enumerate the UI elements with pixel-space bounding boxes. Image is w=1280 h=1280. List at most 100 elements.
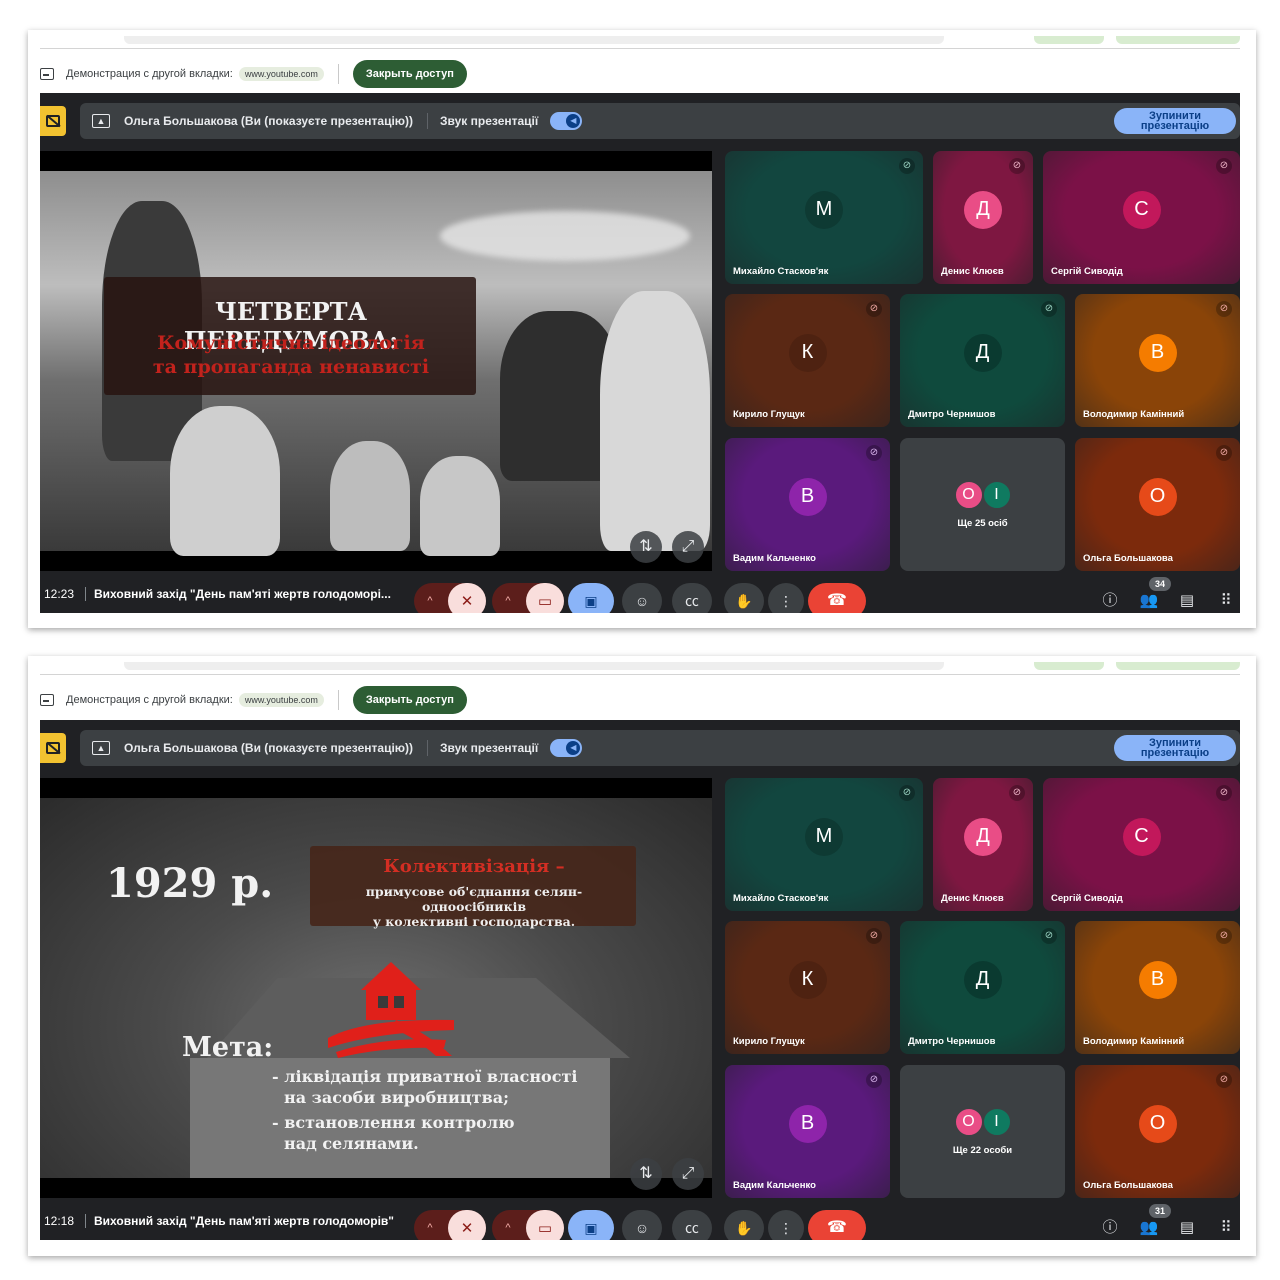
participant-name: Дмитро Чернишов	[908, 1036, 996, 1047]
mic-off-icon: ⊘	[1216, 785, 1232, 801]
raise-hand-icon[interactable]: ✋	[724, 583, 764, 613]
fullscreen-icon[interactable]: ⤢	[672, 531, 704, 563]
present-screen-icon[interactable]: ▣	[568, 1210, 614, 1240]
goal-item2-line2: над селянами.	[284, 1134, 419, 1153]
stop-presenting-button[interactable]: Зупинити презентацію	[1114, 735, 1236, 761]
emoji-icon[interactable]: ☺	[622, 583, 662, 613]
present-off-icon	[46, 115, 60, 127]
apps-grid-icon[interactable]: ⠿	[1215, 1220, 1237, 1235]
meeting-clock: 12:18	[44, 1214, 75, 1228]
participant-tile[interactable]: Д Денис Клюєв ⊘	[933, 778, 1033, 911]
stop-sharing-button[interactable]: Закрыть доступ	[352, 686, 467, 714]
more-vert-icon[interactable]: ⋮	[768, 583, 804, 613]
participant-tile[interactable]: В Володимир Камінний ⊘	[1075, 921, 1240, 1054]
others-label: Ще 22 особи	[952, 1145, 1013, 1156]
stop-sharing-button[interactable]: Закрыть доступ	[352, 60, 467, 88]
stop-presenting-button[interactable]: Зупинити презентацію	[1114, 108, 1236, 134]
tabstrip-shadow	[124, 662, 944, 670]
emoji-icon[interactable]: ☺	[622, 1210, 662, 1240]
participant-tile[interactable]: М Михайло Стасков'як ⊘	[725, 778, 923, 911]
slide-subtitle: Комуністична ідеологія та пропаганда нен…	[116, 331, 466, 379]
presentation-audio-toggle[interactable]: ◀	[550, 112, 583, 130]
avatar: В	[788, 477, 827, 516]
hang-up-icon[interactable]: ☎	[808, 583, 866, 613]
captions-icon[interactable]: ㏄	[672, 583, 712, 613]
avatar: І	[981, 1107, 1012, 1137]
participant-name: Володимир Камінний	[1083, 1036, 1185, 1047]
share-url-chip[interactable]: www.youtube.com	[238, 67, 324, 81]
mic-options-icon[interactable]: ^	[414, 583, 446, 613]
present-screen-icon: ▲	[92, 114, 110, 128]
captions-icon[interactable]: ㏄	[672, 1210, 712, 1240]
presentation-slide: 1929 р. Колективізація – примусове об'єд…	[40, 778, 712, 1198]
people-icon[interactable]: 👥	[1138, 1220, 1160, 1235]
info-icon[interactable]: ⓘ	[1099, 593, 1121, 608]
info-icon[interactable]: ⓘ	[1099, 1220, 1121, 1235]
camera-off-icon[interactable]: ▭	[526, 1210, 564, 1240]
tabstrip-pill	[1034, 36, 1104, 44]
participant-tile[interactable]: С Сергій Сиводід ⊘	[1043, 778, 1240, 911]
participant-tile[interactable]: О Ольга Большакова ⊘	[1075, 1065, 1240, 1198]
apps-grid-icon[interactable]: ⠿	[1215, 593, 1237, 608]
others-tile[interactable]: О І Ще 22 особи	[900, 1065, 1065, 1198]
swap-layout-icon[interactable]: ⇅	[630, 531, 662, 563]
mic-off-icon: ⊘	[1216, 1072, 1232, 1088]
participant-tile[interactable]: С Сергій Сиводід ⊘	[1043, 151, 1240, 284]
goal-item2-line1: - встановлення контролю	[272, 1113, 515, 1132]
participant-tile[interactable]: К Кирило Глущук ⊘	[725, 294, 890, 427]
raise-hand-icon[interactable]: ✋	[724, 1210, 764, 1240]
avatar: В	[788, 1104, 827, 1143]
people-icon[interactable]: 👥	[1138, 593, 1160, 608]
hang-up-icon[interactable]: ☎	[808, 1210, 866, 1240]
participant-grid: М Михайло Стасков'як ⊘ Д Денис Клюєв ⊘ С Сергій…	[725, 151, 1240, 571]
avatar: В	[1138, 960, 1177, 999]
mic-off-icon[interactable]: ✕	[448, 1210, 486, 1240]
mic-off-icon: ⊘	[1009, 158, 1025, 174]
definition-line1: примусове об'єднання селян-одноосібників	[365, 884, 583, 914]
participant-tile[interactable]: Д Денис Клюєв ⊘	[933, 151, 1033, 284]
participant-tile[interactable]: Д Дмитро Чернишов ⊘	[900, 294, 1065, 427]
camera-options-icon[interactable]: ^	[492, 1210, 524, 1240]
participant-tile[interactable]: В Вадим Кальченко ⊘	[725, 1065, 890, 1198]
more-vert-icon[interactable]: ⋮	[768, 1210, 804, 1240]
mic-control: ^ ✕	[414, 583, 486, 613]
presenting-badge[interactable]	[40, 733, 66, 763]
presentation-bar: ▲ Ольга Большакова (Ви (показуєте презен…	[40, 103, 1240, 139]
camera-off-icon[interactable]: ▭	[526, 583, 564, 613]
goal-item: - встановлення контролю над селянами.	[272, 1112, 602, 1154]
swap-layout-icon[interactable]: ⇅	[630, 1158, 662, 1190]
participant-tile[interactable]: В Володимир Камінний ⊘	[1075, 294, 1240, 427]
present-screen-icon[interactable]: ▣	[568, 583, 614, 613]
presenting-badge[interactable]	[40, 106, 66, 136]
others-tile[interactable]: О І Ще 25 осіб	[900, 438, 1065, 571]
meeting-title: Виховний захід "День пам'яті жертв голод…	[94, 1214, 394, 1228]
participant-tile[interactable]: О Ольга Большакова ⊘	[1075, 438, 1240, 571]
chat-icon[interactable]: ▤	[1176, 1220, 1198, 1235]
fullscreen-icon[interactable]: ⤢	[672, 1158, 704, 1190]
share-url-chip[interactable]: www.youtube.com	[238, 693, 324, 707]
slide-year: 1929 р.	[106, 860, 274, 907]
presentation-panel: ▲ Ольга Большакова (Ви (показуєте презен…	[80, 103, 1240, 139]
top-divider	[40, 48, 1240, 49]
chat-icon[interactable]: ▤	[1176, 593, 1198, 608]
share-label: Демонстрация с другой вкладки:	[66, 694, 233, 706]
divider	[427, 740, 429, 756]
avatar: В	[1138, 333, 1177, 372]
participant-name: Сергій Сиводід	[1051, 266, 1123, 277]
participant-name: Михайло Стасков'як	[733, 893, 829, 904]
participant-grid: М Михайло Стасков'як ⊘ Д Денис Клюєв ⊘ С Сергій…	[725, 778, 1240, 1198]
camera-options-icon[interactable]: ^	[492, 583, 524, 613]
presentation-audio-toggle[interactable]: ◀	[550, 739, 583, 757]
participant-tile[interactable]: К Кирило Глущук ⊘	[725, 921, 890, 1054]
mic-off-icon: ⊘	[1216, 928, 1232, 944]
meet-window: ▲ Ольга Большакова (Ви (показуєте презен…	[40, 720, 1240, 1240]
participant-tile[interactable]: В Вадим Кальченко ⊘	[725, 438, 890, 571]
participant-tile[interactable]: М Михайло Стасков'як ⊘	[725, 151, 923, 284]
mic-off-icon[interactable]: ✕	[448, 583, 486, 613]
mic-off-icon: ⊘	[866, 1072, 882, 1088]
meeting-clock: 12:23	[44, 587, 75, 601]
tabstrip-pill	[1116, 662, 1240, 670]
mic-options-icon[interactable]: ^	[414, 1210, 446, 1240]
participant-tile[interactable]: Д Дмитро Чернишов ⊘	[900, 921, 1065, 1054]
goal-item1-line1: - ліквідація приватної власності	[272, 1067, 578, 1086]
